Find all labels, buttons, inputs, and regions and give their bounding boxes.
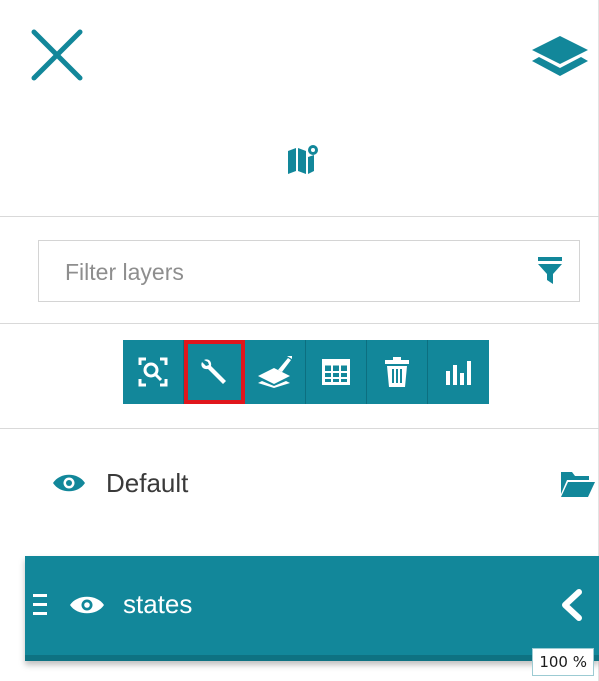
filter-layers-box xyxy=(38,240,580,303)
opacity-badge[interactable]: 100 % xyxy=(532,648,594,676)
wrench-icon xyxy=(201,359,226,384)
layers-button[interactable] xyxy=(530,30,590,86)
style-brush-icon xyxy=(258,356,292,388)
filter-layers-input[interactable] xyxy=(39,241,537,303)
layers-panel: Default states 100 % xyxy=(0,0,599,681)
divider xyxy=(0,216,599,217)
divider xyxy=(0,323,599,324)
layer-toolbar xyxy=(123,340,489,404)
layer-settings-button[interactable] xyxy=(184,340,245,404)
layers-icon xyxy=(532,36,588,76)
close-icon xyxy=(31,29,83,81)
layer-group-label: Default xyxy=(106,468,189,498)
layer-row-states[interactable]: states xyxy=(25,556,599,661)
eye-icon[interactable] xyxy=(69,594,105,616)
zoom-to-layer-button[interactable] xyxy=(123,340,184,404)
drag-handle-icon[interactable] xyxy=(33,592,49,618)
close-button[interactable] xyxy=(28,26,86,84)
layer-label: states xyxy=(123,589,193,619)
layer-group-default[interactable]: Default xyxy=(0,444,599,524)
layer-style-button[interactable] xyxy=(245,340,306,404)
filter-icon xyxy=(538,257,562,284)
bar-chart-icon xyxy=(445,361,471,385)
map-marker-icon xyxy=(285,143,321,175)
delete-layer-button[interactable] xyxy=(367,340,428,404)
filter-button[interactable] xyxy=(537,257,563,285)
zoom-to-extent-icon xyxy=(138,357,168,387)
divider xyxy=(0,428,599,429)
attribute-table-button[interactable] xyxy=(306,340,367,404)
chevron-left-icon[interactable] xyxy=(555,588,585,622)
attribute-table-icon xyxy=(322,359,350,385)
folder-open-icon[interactable] xyxy=(559,468,595,498)
trash-icon xyxy=(385,357,409,387)
layer-chart-button[interactable] xyxy=(428,340,489,404)
eye-icon[interactable] xyxy=(52,472,86,494)
layer-row-underline xyxy=(25,655,599,661)
